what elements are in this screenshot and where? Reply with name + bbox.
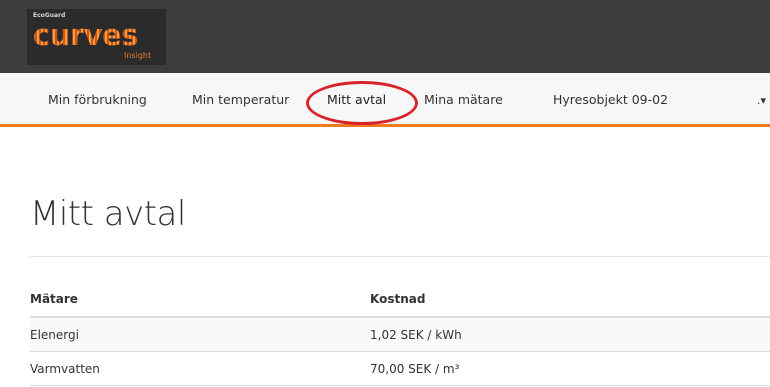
- top-header: EcoGuard curves Insight: [0, 0, 770, 73]
- contract-table: Mätare Kostnad Elenergi 1,02 SEK / kWh V…: [30, 282, 770, 386]
- main-nav: Min förbrukning Min temperatur Mitt avta…: [0, 73, 770, 127]
- page-title: Mitt avtal: [30, 194, 186, 234]
- table-cell-meter: Varmvatten: [30, 351, 370, 386]
- logo-tagline: Insight: [124, 51, 152, 60]
- divider: [30, 256, 770, 257]
- column-header-meter: Mätare: [30, 282, 370, 318]
- table-row: Varmvatten 70,00 SEK / m³: [30, 351, 770, 386]
- nav-item-mina-matare[interactable]: Mina mätare: [424, 92, 503, 107]
- table-header-row: Mätare Kostnad: [30, 282, 770, 318]
- table-cell-cost: 1,02 SEK / kWh: [370, 317, 770, 352]
- table-cell-meter: Elenergi: [30, 317, 370, 352]
- logo-product: curves: [33, 18, 138, 52]
- nav-item-min-forbrukning[interactable]: Min förbrukning: [48, 92, 147, 107]
- logo[interactable]: EcoGuard curves Insight: [27, 9, 166, 65]
- nav-item-hyresobjekt[interactable]: Hyresobjekt 09-02: [553, 92, 668, 107]
- table-cell-cost: 70,00 SEK / m³: [370, 351, 770, 386]
- nav-item-mitt-avtal[interactable]: Mitt avtal: [327, 92, 386, 107]
- column-header-cost: Kostnad: [370, 282, 770, 318]
- nav-more-dropdown[interactable]: .▾: [757, 94, 766, 107]
- nav-item-min-temperatur[interactable]: Min temperatur: [192, 92, 289, 107]
- table-row: Elenergi 1,02 SEK / kWh: [30, 317, 770, 352]
